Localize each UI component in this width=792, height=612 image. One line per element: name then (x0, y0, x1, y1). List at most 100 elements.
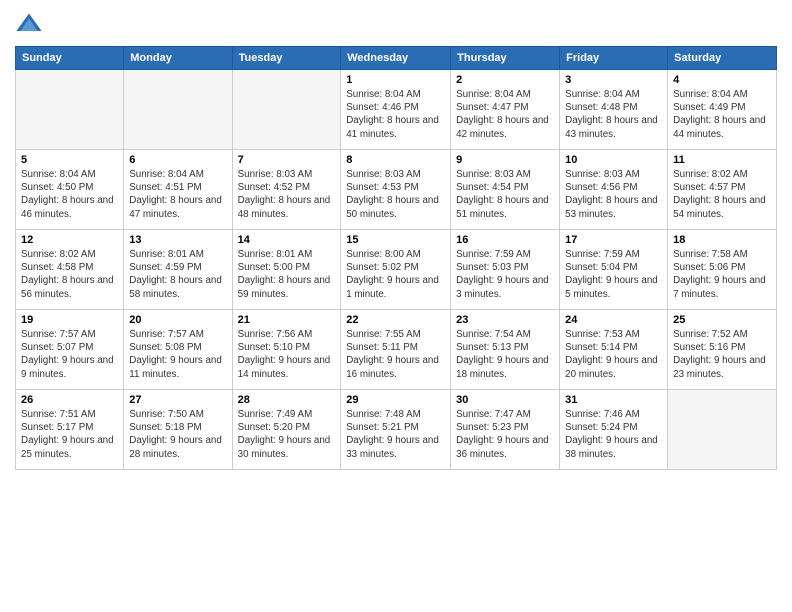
day-info: Sunrise: 8:04 AM Sunset: 4:47 PM Dayligh… (456, 88, 554, 141)
week-row: 19 Sunrise: 7:57 AM Sunset: 5:07 PM Dayli… (16, 310, 777, 390)
day-info: Sunrise: 8:04 AM Sunset: 4:50 PM Dayligh… (21, 168, 118, 221)
calendar-cell: 19 Sunrise: 7:57 AM Sunset: 5:07 PM Dayli… (16, 310, 124, 390)
calendar-cell: 10 Sunrise: 8:03 AM Sunset: 4:56 PM Dayli… (560, 150, 668, 230)
day-info: Sunrise: 8:03 AM Sunset: 4:52 PM Dayligh… (238, 168, 336, 221)
day-info: Sunrise: 7:53 AM Sunset: 5:14 PM Dayligh… (565, 328, 662, 381)
calendar-cell: 9 Sunrise: 8:03 AM Sunset: 4:54 PM Daylig… (451, 150, 560, 230)
day-info: Sunrise: 7:57 AM Sunset: 5:07 PM Dayligh… (21, 328, 118, 381)
day-number: 17 (565, 234, 662, 246)
day-info: Sunrise: 7:48 AM Sunset: 5:21 PM Dayligh… (346, 408, 445, 461)
weekday-header-cell: Friday (560, 47, 668, 70)
day-number: 29 (346, 394, 445, 406)
day-info: Sunrise: 7:51 AM Sunset: 5:17 PM Dayligh… (21, 408, 118, 461)
day-info: Sunrise: 8:03 AM Sunset: 4:53 PM Dayligh… (346, 168, 445, 221)
day-info: Sunrise: 8:04 AM Sunset: 4:46 PM Dayligh… (346, 88, 445, 141)
day-number: 12 (21, 234, 118, 246)
day-number: 1 (346, 74, 445, 86)
day-number: 20 (129, 314, 226, 326)
day-info: Sunrise: 8:04 AM Sunset: 4:51 PM Dayligh… (129, 168, 226, 221)
day-number: 23 (456, 314, 554, 326)
day-number: 13 (129, 234, 226, 246)
calendar-cell: 3Sunrise: 8:04 AM Sunset: 4:48 PM Daylig… (560, 70, 668, 150)
day-number: 7 (238, 154, 336, 166)
calendar-cell: 1 Sunrise: 8:04 AM Sunset: 4:46 PM Daylig… (341, 70, 451, 150)
calendar-cell: 8Sunrise: 8:03 AM Sunset: 4:53 PM Daylig… (341, 150, 451, 230)
calendar-cell: 29 Sunrise: 7:48 AM Sunset: 5:21 PM Dayli… (341, 390, 451, 470)
day-number: 5 (21, 154, 118, 166)
day-info: Sunrise: 7:46 AM Sunset: 5:24 PM Dayligh… (565, 408, 662, 461)
calendar-cell: 27 Sunrise: 7:50 AM Sunset: 5:18 PM Dayli… (124, 390, 232, 470)
day-info: Sunrise: 7:55 AM Sunset: 5:11 PM Dayligh… (346, 328, 445, 381)
calendar-cell: 17 Sunrise: 7:59 AM Sunset: 5:04 PM Dayli… (560, 230, 668, 310)
day-number: 10 (565, 154, 662, 166)
day-number: 11 (673, 154, 771, 166)
calendar-cell: 28Sunrise: 7:49 AM Sunset: 5:20 PM Dayli… (232, 390, 341, 470)
day-info: Sunrise: 7:54 AM Sunset: 5:13 PM Dayligh… (456, 328, 554, 381)
calendar-cell: 13 Sunrise: 8:01 AM Sunset: 4:59 PM Dayli… (124, 230, 232, 310)
day-info: Sunrise: 8:04 AM Sunset: 4:49 PM Dayligh… (673, 88, 771, 141)
weekday-header-cell: Sunday (16, 47, 124, 70)
calendar-cell: 25Sunrise: 7:52 AM Sunset: 5:16 PM Dayli… (668, 310, 777, 390)
week-row: 12 Sunrise: 8:02 AM Sunset: 4:58 PM Dayli… (16, 230, 777, 310)
day-info: Sunrise: 8:03 AM Sunset: 4:56 PM Dayligh… (565, 168, 662, 221)
day-number: 16 (456, 234, 554, 246)
day-number: 24 (565, 314, 662, 326)
day-number: 19 (21, 314, 118, 326)
day-info: Sunrise: 7:50 AM Sunset: 5:18 PM Dayligh… (129, 408, 226, 461)
day-info: Sunrise: 7:59 AM Sunset: 5:04 PM Dayligh… (565, 248, 662, 301)
week-row: 5 Sunrise: 8:04 AM Sunset: 4:50 PM Daylig… (16, 150, 777, 230)
calendar-cell: 11 Sunrise: 8:02 AM Sunset: 4:57 PM Dayli… (668, 150, 777, 230)
calendar-cell: 6 Sunrise: 8:04 AM Sunset: 4:51 PM Daylig… (124, 150, 232, 230)
day-info: Sunrise: 8:01 AM Sunset: 5:00 PM Dayligh… (238, 248, 336, 301)
calendar-cell: 14 Sunrise: 8:01 AM Sunset: 5:00 PM Dayli… (232, 230, 341, 310)
day-number: 14 (238, 234, 336, 246)
calendar-cell: 2Sunrise: 8:04 AM Sunset: 4:47 PM Daylig… (451, 70, 560, 150)
day-number: 6 (129, 154, 226, 166)
calendar-cell (124, 70, 232, 150)
calendar-cell (16, 70, 124, 150)
header (15, 10, 777, 38)
weekday-header-cell: Wednesday (341, 47, 451, 70)
calendar-cell: 5 Sunrise: 8:04 AM Sunset: 4:50 PM Daylig… (16, 150, 124, 230)
calendar-cell: 21Sunrise: 7:56 AM Sunset: 5:10 PM Dayli… (232, 310, 341, 390)
day-info: Sunrise: 8:00 AM Sunset: 5:02 PM Dayligh… (346, 248, 445, 301)
day-number: 18 (673, 234, 771, 246)
weekday-header-cell: Tuesday (232, 47, 341, 70)
page: SundayMondayTuesdayWednesdayThursdayFrid… (0, 0, 792, 612)
logo (15, 10, 47, 38)
day-info: Sunrise: 7:56 AM Sunset: 5:10 PM Dayligh… (238, 328, 336, 381)
calendar-cell: 30Sunrise: 7:47 AM Sunset: 5:23 PM Dayli… (451, 390, 560, 470)
day-number: 31 (565, 394, 662, 406)
weekday-header-cell: Thursday (451, 47, 560, 70)
calendar-cell: 23 Sunrise: 7:54 AM Sunset: 5:13 PM Dayli… (451, 310, 560, 390)
weekday-header-row: SundayMondayTuesdayWednesdayThursdayFrid… (16, 47, 777, 70)
day-number: 28 (238, 394, 336, 406)
day-number: 15 (346, 234, 445, 246)
calendar-cell: 4 Sunrise: 8:04 AM Sunset: 4:49 PM Daylig… (668, 70, 777, 150)
calendar-body: 1 Sunrise: 8:04 AM Sunset: 4:46 PM Daylig… (16, 70, 777, 470)
calendar-cell: 12 Sunrise: 8:02 AM Sunset: 4:58 PM Dayli… (16, 230, 124, 310)
day-info: Sunrise: 7:58 AM Sunset: 5:06 PM Dayligh… (673, 248, 771, 301)
day-info: Sunrise: 8:03 AM Sunset: 4:54 PM Dayligh… (456, 168, 554, 221)
calendar-cell: 20 Sunrise: 7:57 AM Sunset: 5:08 PM Dayli… (124, 310, 232, 390)
day-number: 4 (673, 74, 771, 86)
day-number: 3 (565, 74, 662, 86)
day-number: 27 (129, 394, 226, 406)
calendar-cell (232, 70, 341, 150)
day-info: Sunrise: 7:57 AM Sunset: 5:08 PM Dayligh… (129, 328, 226, 381)
calendar-cell: 15 Sunrise: 8:00 AM Sunset: 5:02 PM Dayli… (341, 230, 451, 310)
day-number: 30 (456, 394, 554, 406)
weekday-header-cell: Saturday (668, 47, 777, 70)
calendar-table: SundayMondayTuesdayWednesdayThursdayFrid… (15, 46, 777, 470)
day-info: Sunrise: 8:02 AM Sunset: 4:58 PM Dayligh… (21, 248, 118, 301)
calendar-cell: 18 Sunrise: 7:58 AM Sunset: 5:06 PM Dayli… (668, 230, 777, 310)
day-info: Sunrise: 8:02 AM Sunset: 4:57 PM Dayligh… (673, 168, 771, 221)
calendar-cell (668, 390, 777, 470)
day-info: Sunrise: 7:52 AM Sunset: 5:16 PM Dayligh… (673, 328, 771, 381)
calendar-cell: 16 Sunrise: 7:59 AM Sunset: 5:03 PM Dayli… (451, 230, 560, 310)
day-info: Sunrise: 7:59 AM Sunset: 5:03 PM Dayligh… (456, 248, 554, 301)
day-info: Sunrise: 8:01 AM Sunset: 4:59 PM Dayligh… (129, 248, 226, 301)
week-row: 26Sunrise: 7:51 AM Sunset: 5:17 PM Dayli… (16, 390, 777, 470)
day-number: 9 (456, 154, 554, 166)
calendar-cell: 26Sunrise: 7:51 AM Sunset: 5:17 PM Dayli… (16, 390, 124, 470)
